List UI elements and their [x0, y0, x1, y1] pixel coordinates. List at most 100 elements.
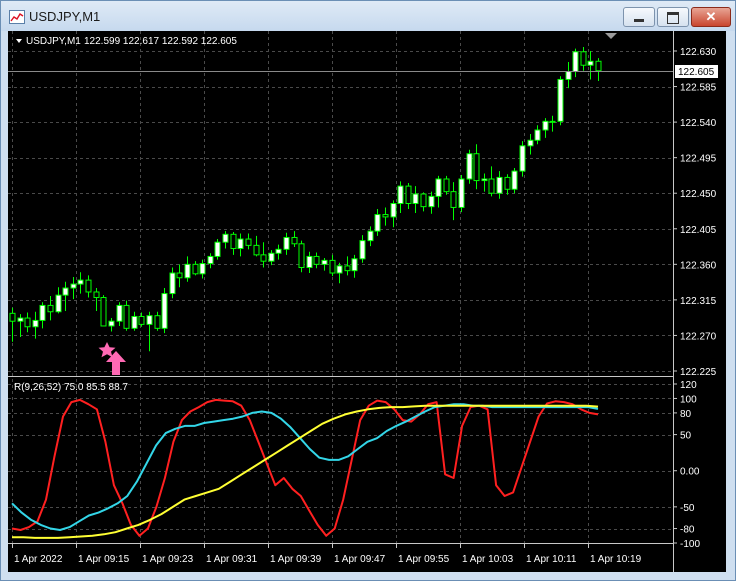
- candle-body: [138, 315, 145, 325]
- candle-body: [504, 176, 511, 190]
- candle-body: [420, 193, 427, 208]
- candle-body: [359, 240, 366, 260]
- indicator-tick-label: 0.00: [680, 467, 700, 478]
- candle-body: [39, 304, 46, 321]
- indicator-tick-label: 50: [680, 431, 692, 442]
- chart-shift-icon[interactable]: [605, 33, 617, 39]
- indicator-tick-label: -80: [680, 525, 695, 536]
- candle-body: [116, 304, 123, 322]
- candles: [9, 47, 602, 352]
- candle-body: [580, 51, 587, 66]
- candle-body: [100, 297, 107, 327]
- price-tick-label: 122.450: [680, 189, 717, 200]
- candle-body: [351, 258, 358, 272]
- candle-body: [496, 176, 503, 194]
- close-button[interactable]: ✕: [691, 7, 731, 27]
- candle-body: [207, 255, 214, 265]
- candle-body: [108, 320, 115, 327]
- price-tick-label: 122.315: [680, 296, 717, 307]
- candle-body: [397, 185, 404, 204]
- candle-body: [587, 60, 594, 66]
- candle-body: [253, 244, 260, 256]
- candle-body: [214, 241, 221, 257]
- time-axis: 1 Apr 2022 1 Apr 09:15 1 Apr 09:23 1 Apr 09…: [12, 543, 642, 565]
- price-tick-label: 122.630: [680, 47, 717, 58]
- candle-body: [77, 279, 84, 285]
- candle-body: [291, 236, 298, 245]
- candle-body: [268, 252, 275, 262]
- maximize-icon: [667, 12, 679, 24]
- candle-body: [450, 191, 457, 208]
- time-tick-label: 1 Apr 09:15: [78, 554, 130, 565]
- candle-body: [275, 248, 282, 254]
- indicator-tick-label: 120: [680, 380, 697, 391]
- indicator-tick-label: -100: [680, 539, 700, 550]
- window-title: USDJPY,M1: [29, 9, 101, 24]
- candle-body: [572, 51, 579, 73]
- price-axis: 122.630 122.585 122.540 122.495 122.450 122.4…: [673, 47, 717, 378]
- candle-body: [412, 193, 419, 204]
- indicator-tick-label: 80: [680, 409, 692, 420]
- indicator-tick-label: -50: [680, 503, 695, 514]
- candle-body: [24, 317, 31, 328]
- time-tick-label: 1 Apr 09:23: [142, 554, 194, 565]
- candle-body: [565, 71, 572, 80]
- candle-body: [146, 315, 153, 325]
- minimize-button[interactable]: [623, 7, 655, 27]
- time-tick-label: 1 Apr 09:31: [206, 554, 258, 565]
- candle-body: [192, 263, 199, 275]
- grid: [8, 31, 673, 544]
- candle-body: [55, 294, 62, 313]
- chart-canvas[interactable]: 122.605 122.630122.585122.540122.495122.…: [8, 31, 726, 572]
- candle-body: [123, 304, 130, 329]
- candle-body: [390, 202, 397, 218]
- time-tick-label: 1 Apr 09:55: [398, 554, 450, 565]
- time-tick-label: 1 Apr 09:39: [270, 554, 322, 565]
- menu-triangle-icon[interactable]: [16, 39, 22, 43]
- price-tick-label: 122.360: [680, 260, 717, 271]
- candle-body: [405, 185, 412, 204]
- time-tick-label: 1 Apr 09:47: [334, 554, 386, 565]
- candle-body: [321, 259, 328, 265]
- candle-body: [298, 243, 305, 268]
- price-tick-label: 122.405: [680, 225, 717, 236]
- candle-body: [237, 238, 244, 250]
- price-tick-label: 122.270: [680, 331, 717, 342]
- maximize-button[interactable]: [657, 7, 689, 27]
- symbol-label: USDJPY,M1: [26, 36, 81, 47]
- time-tick-label: 1 Apr 10:19: [590, 554, 642, 565]
- indicator-label: R(9,26,52) 75.0 85.5 88.7: [14, 382, 128, 393]
- candle-body: [70, 283, 77, 289]
- candle-body: [230, 233, 237, 250]
- candle-body: [382, 214, 389, 218]
- candle-body: [169, 272, 176, 295]
- candle-body: [161, 293, 168, 329]
- candle-body: [93, 291, 100, 299]
- close-icon: ✕: [705, 9, 717, 24]
- indicator-red-line: [11, 398, 599, 537]
- candle-body: [336, 265, 343, 274]
- candle-body: [519, 145, 526, 172]
- title-bar[interactable]: USDJPY,M1 ✕: [1, 1, 735, 31]
- candle-body: [435, 178, 442, 197]
- price-tick-label: 122.540: [680, 118, 717, 129]
- candle-body: [245, 238, 252, 246]
- candle-body: [542, 120, 549, 131]
- candle-body: [473, 153, 480, 182]
- candle-body: [466, 153, 473, 180]
- indicator-tick-label: 100: [680, 394, 697, 405]
- candle-body: [260, 254, 267, 262]
- candle-body: [85, 279, 92, 293]
- candle-body: [313, 255, 320, 265]
- current-price-label: 122.605: [678, 67, 715, 78]
- candle-body: [306, 255, 313, 268]
- candle-body: [199, 263, 206, 275]
- candle-body: [17, 317, 24, 322]
- candle-body: [367, 230, 374, 242]
- chart-area[interactable]: 122.605 122.630 122.585 122.540 122.495 122.…: [8, 31, 726, 572]
- candle-body: [154, 315, 161, 329]
- candle-body: [595, 60, 602, 72]
- candle-body: [176, 272, 183, 279]
- time-tick-label: 1 Apr 10:11: [526, 554, 577, 565]
- candle-body: [549, 120, 556, 123]
